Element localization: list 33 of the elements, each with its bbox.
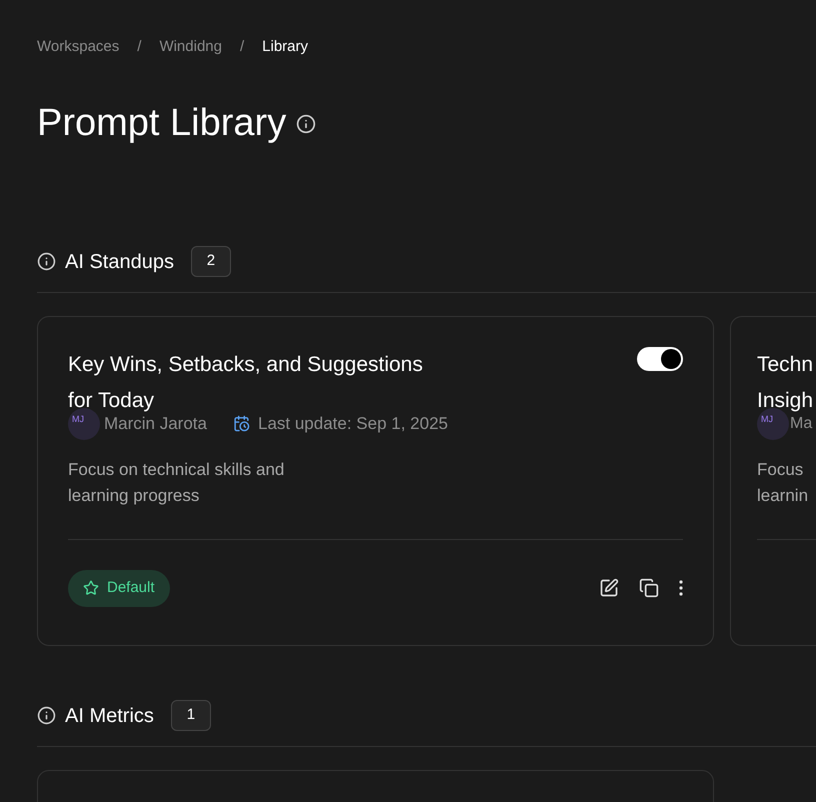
card-description: learning progress <box>68 484 200 506</box>
avatar-initials: MJ <box>72 412 84 426</box>
star-icon <box>83 580 99 596</box>
breadcrumb-link[interactable]: Windidng <box>159 36 222 58</box>
count-badge: 1 <box>170 700 211 731</box>
info-icon <box>37 706 56 725</box>
card-description: Focus <box>757 458 804 480</box>
more-icon <box>679 580 683 596</box>
info-icon <box>296 114 316 134</box>
section-title: AI Standups <box>65 250 174 274</box>
page-title: Prompt Library <box>37 100 286 146</box>
card-title: Techn <box>757 352 814 378</box>
breadcrumb-separator: / <box>137 37 142 57</box>
author-name: Ma <box>790 414 812 434</box>
card-title: Key Wins, Setbacks, and Suggestions <box>68 352 423 378</box>
edit-icon <box>599 578 619 598</box>
card-description: Focus on technical skills and <box>68 458 286 480</box>
last-update: Last update: Sep 1, 2025 <box>258 412 448 434</box>
breadcrumb-link[interactable]: Workspaces <box>37 36 120 58</box>
avatar-initials: MJ <box>761 412 773 426</box>
section-title: AI Metrics <box>65 704 154 728</box>
author-name: Marcin Jarota <box>104 412 207 434</box>
info-icon <box>37 252 56 271</box>
breadcrumb-link[interactable]: Library <box>262 36 308 58</box>
default-badge: Default <box>68 570 170 606</box>
card-title: for Today <box>68 388 155 414</box>
breadcrumb-separator: / <box>240 37 244 57</box>
card-title: Insigh <box>757 388 814 414</box>
card-description: learnin <box>757 484 810 506</box>
calendar-icon <box>232 414 250 432</box>
copy-icon <box>639 578 659 598</box>
count-badge: 2 <box>190 246 231 277</box>
toggle-switch[interactable] <box>637 346 683 370</box>
